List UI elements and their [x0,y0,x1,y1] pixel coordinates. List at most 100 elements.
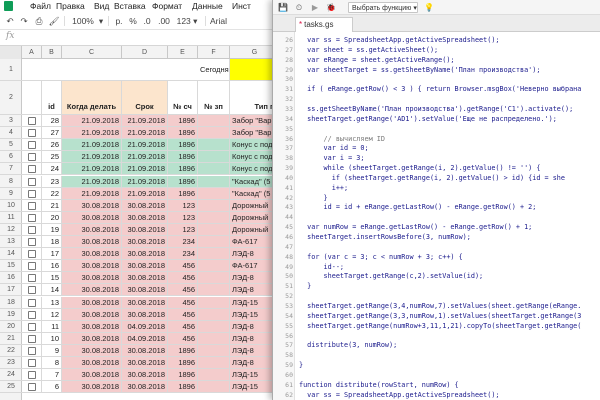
code-line[interactable]: var id = 0; [299,144,369,152]
row-checkbox[interactable] [28,201,36,210]
header-cell-id[interactable]: id [42,81,62,114]
cell-id[interactable]: 8 [42,357,62,369]
cell-id[interactable]: 13 [42,296,62,308]
triggers-clock-icon[interactable]: ⏲ [293,1,305,14]
cell-checkbox[interactable] [22,163,42,175]
cell-nsch[interactable]: 1896 [168,344,198,356]
zoom-select[interactable]: 100% [69,14,97,28]
row-checkbox[interactable] [28,153,36,162]
cell-when[interactable]: 30.08.2018 [62,272,122,284]
cell-checkbox[interactable] [22,127,42,139]
row-header[interactable]: 19 [0,309,22,321]
cell-nzp[interactable] [198,223,230,235]
row-header[interactable]: 8 [0,176,22,188]
tab-tasks-gs[interactable]: * tasks.gs [295,17,353,32]
cell-checkbox[interactable] [22,151,42,163]
cell-deadline[interactable]: 04.09.2018 [122,320,168,332]
row-checkbox[interactable] [28,177,36,186]
cell-id[interactable]: 10 [42,332,62,344]
cell-nsch[interactable]: 1896 [168,139,198,151]
menu-tools[interactable]: Инст [232,0,251,12]
cell-nzp[interactable] [198,369,230,381]
cell-id[interactable]: 18 [42,236,62,248]
cell-nzp[interactable] [198,175,230,187]
percent-format-button[interactable]: % [127,14,139,28]
cell-when[interactable]: 21.09.2018 [62,187,122,199]
cell-checkbox[interactable] [22,199,42,211]
cell-deadline[interactable]: 21.09.2018 [122,127,168,139]
code-line[interactable]: sheetTarget.getRange(c,2).setValue(id); [299,272,484,280]
cell-deadline[interactable]: 30.08.2018 [122,357,168,369]
cell-nzp[interactable] [198,320,230,332]
cell-deadline[interactable]: 30.08.2018 [122,211,168,223]
row-header[interactable]: 17 [0,284,22,297]
cell-checkbox[interactable] [22,320,42,332]
sheets-logo-icon[interactable] [4,1,13,11]
code-area[interactable]: var ss = SpreadsheetApp.getActiveSpreads… [299,32,600,400]
header-cell-when[interactable]: Когда делать [62,81,122,114]
cell-nsch[interactable]: 1896 [168,127,198,139]
cell-when[interactable]: 21.09.2018 [62,163,122,175]
cell-nzp[interactable] [198,236,230,248]
cell-deadline[interactable]: 30.08.2018 [122,344,168,356]
cell-id[interactable]: 26 [42,139,62,151]
code-line[interactable]: while (sheetTarget.getRange(i, 2).getVal… [299,164,541,172]
cell-nsch[interactable]: 456 [168,284,198,296]
cell-checkbox[interactable] [22,211,42,223]
cell-id[interactable]: 22 [42,187,62,199]
cell-checkbox[interactable] [22,260,42,272]
column-header-e[interactable]: E [168,46,198,59]
row-header[interactable]: 7 [0,163,22,176]
code-line[interactable]: var sheetTarget = ss.getSheetByName('Пла… [299,66,540,74]
currency-format-button[interactable]: р. [112,14,126,28]
code-line[interactable]: for (var c = 3; c < numRow + 3; c++) { [299,253,463,261]
cell-deadline[interactable]: 21.09.2018 [122,139,168,151]
row-header[interactable]: 4 [0,127,22,140]
code-line[interactable]: sheetTarget.getRange('AD1').setValue('Ещ… [299,115,557,123]
cell-when[interactable]: 21.09.2018 [62,115,122,127]
paint-format-icon[interactable]: 🖌 [48,14,60,28]
menu-edit[interactable]: Правка [56,0,85,12]
menu-insert[interactable]: Вставка [114,0,146,12]
cell-when[interactable]: 30.08.2018 [62,260,122,272]
row-checkbox[interactable] [28,298,36,307]
cell-when[interactable]: 30.08.2018 [62,223,122,235]
column-header-f[interactable]: F [198,46,230,59]
cell-when[interactable]: 21.09.2018 [62,151,122,163]
cell-nsch[interactable]: 456 [168,332,198,344]
cell-when[interactable]: 30.08.2018 [62,199,122,211]
zoom-chevron-down-icon[interactable]: ▾ [97,14,105,28]
cell-deadline[interactable]: 30.08.2018 [122,308,168,320]
cell-nsch[interactable]: 1896 [168,115,198,127]
cell-checkbox[interactable] [22,115,42,127]
cell-deadline[interactable]: 30.08.2018 [122,260,168,272]
menu-file[interactable]: Файл [30,0,51,12]
cell-nsch[interactable]: 1896 [168,175,198,187]
cell-id[interactable]: 19 [42,223,62,235]
redo-icon[interactable]: ↷ [18,14,30,28]
row-header[interactable]: 24 [0,369,22,382]
cell-id[interactable]: 27 [42,127,62,139]
cell-checkbox[interactable] [22,381,42,393]
cell-id[interactable]: 7 [42,369,62,381]
cell-checkbox[interactable] [22,357,42,369]
cell-checkbox[interactable] [22,284,42,296]
row-header[interactable]: 25 [0,381,22,394]
row-checkbox[interactable] [28,334,36,343]
row-checkbox[interactable] [28,310,36,319]
row-checkbox[interactable] [28,225,36,234]
run-play-icon[interactable]: ▶ [309,1,321,14]
cell-deadline[interactable]: 21.09.2018 [122,151,168,163]
code-line[interactable]: } [299,361,303,369]
save-icon[interactable]: 💾 [277,1,289,14]
cell-nsch[interactable]: 456 [168,320,198,332]
cell-nsch[interactable]: 456 [168,308,198,320]
cell-when[interactable]: 21.09.2018 [62,139,122,151]
cell-when[interactable]: 21.09.2018 [62,127,122,139]
cell-nsch[interactable]: 1896 [168,151,198,163]
cell-checkbox[interactable] [22,308,42,320]
lightbulb-icon[interactable]: 💡 [423,1,435,14]
cell-deadline[interactable]: 30.08.2018 [122,236,168,248]
cell-deadline[interactable]: 30.08.2018 [122,248,168,260]
cell-nzp[interactable] [198,211,230,223]
